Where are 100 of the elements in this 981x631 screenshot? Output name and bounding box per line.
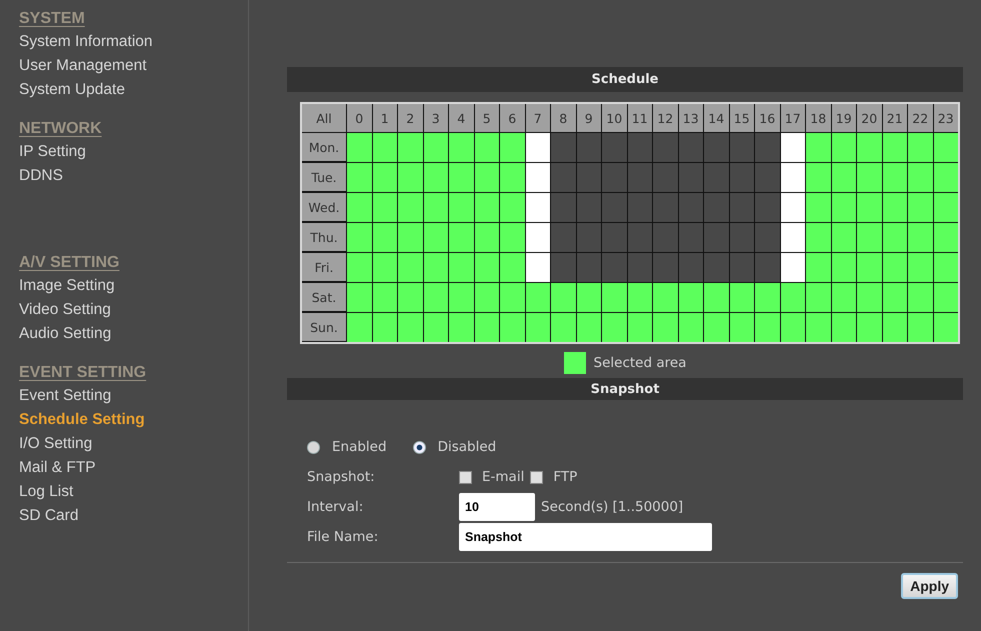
schedule-cell[interactable] — [449, 163, 474, 192]
sidebar-item[interactable]: SD Card — [19, 504, 78, 528]
schedule-cell[interactable] — [730, 283, 754, 312]
day-header[interactable]: Fri. — [302, 253, 346, 281]
schedule-cell[interactable] — [755, 163, 780, 192]
schedule-cell[interactable] — [704, 193, 728, 222]
schedule-cell[interactable] — [372, 253, 397, 282]
schedule-cell[interactable] — [730, 193, 754, 222]
schedule-cell[interactable] — [500, 193, 524, 222]
schedule-cell[interactable] — [832, 163, 856, 192]
schedule-cell[interactable] — [526, 223, 550, 252]
schedule-cell[interactable] — [449, 193, 474, 222]
schedule-cell[interactable] — [653, 253, 678, 282]
schedule-cell[interactable] — [755, 313, 780, 342]
schedule-cell[interactable] — [780, 223, 805, 252]
schedule-cell[interactable] — [398, 223, 422, 252]
sidebar-item[interactable]: Event Setting — [19, 384, 112, 408]
all-header[interactable]: All — [302, 104, 346, 132]
hour-header[interactable]: 13 — [678, 104, 703, 132]
schedule-cell[interactable] — [449, 283, 474, 312]
schedule-cell[interactable] — [755, 283, 780, 312]
schedule-cell[interactable] — [806, 163, 830, 192]
schedule-cell[interactable] — [398, 313, 422, 342]
schedule-cell[interactable] — [934, 283, 958, 312]
sidebar-item[interactable]: User Management — [19, 54, 147, 78]
schedule-cell[interactable] — [908, 193, 932, 222]
hour-header[interactable]: 21 — [882, 104, 907, 132]
schedule-cell[interactable] — [347, 313, 372, 342]
schedule-cell[interactable] — [500, 313, 524, 342]
day-header[interactable]: Thu. — [302, 223, 346, 251]
schedule-cell[interactable] — [576, 223, 601, 252]
schedule-cell[interactable] — [602, 283, 626, 312]
schedule-cell[interactable] — [780, 283, 805, 312]
hour-header[interactable]: 17 — [780, 104, 805, 132]
schedule-cell[interactable] — [806, 223, 830, 252]
schedule-cell[interactable] — [806, 283, 830, 312]
schedule-cell[interactable] — [934, 313, 958, 342]
schedule-cell[interactable] — [628, 223, 652, 252]
hour-header[interactable]: 11 — [628, 104, 652, 132]
schedule-cell[interactable] — [857, 283, 882, 312]
schedule-cell[interactable] — [424, 283, 448, 312]
schedule-cell[interactable] — [908, 223, 932, 252]
sidebar-item[interactable]: Image Setting — [19, 274, 115, 298]
schedule-cell[interactable] — [628, 193, 652, 222]
schedule-cell[interactable] — [730, 223, 754, 252]
schedule-cell[interactable] — [832, 313, 856, 342]
schedule-cell[interactable] — [424, 313, 448, 342]
schedule-cell[interactable] — [526, 283, 550, 312]
schedule-cell[interactable] — [908, 133, 932, 162]
hour-header[interactable]: 23 — [934, 104, 958, 132]
schedule-cell[interactable] — [474, 283, 499, 312]
schedule-cell[interactable] — [806, 313, 830, 342]
schedule-cell[interactable] — [730, 253, 754, 282]
schedule-cell[interactable] — [602, 223, 626, 252]
sidebar-item[interactable]: Mail & FTP — [19, 456, 96, 480]
schedule-cell[interactable] — [832, 193, 856, 222]
schedule-cell[interactable] — [704, 283, 728, 312]
day-header[interactable]: Tue. — [302, 163, 346, 191]
schedule-cell[interactable] — [347, 133, 372, 162]
apply-button[interactable]: Apply — [901, 573, 958, 599]
hour-header[interactable]: 9 — [576, 104, 601, 132]
schedule-cell[interactable] — [882, 283, 907, 312]
schedule-cell[interactable] — [755, 223, 780, 252]
schedule-cell[interactable] — [474, 253, 499, 282]
schedule-cell[interactable] — [576, 253, 601, 282]
hour-header[interactable]: 3 — [424, 104, 448, 132]
sidebar-item[interactable]: Audio Setting — [19, 322, 112, 346]
hour-header[interactable]: 4 — [449, 104, 474, 132]
hour-header[interactable]: 6 — [500, 104, 524, 132]
schedule-cell[interactable] — [678, 223, 703, 252]
schedule-cell[interactable] — [678, 193, 703, 222]
schedule-cell[interactable] — [857, 133, 882, 162]
schedule-cell[interactable] — [576, 283, 601, 312]
schedule-cell[interactable] — [526, 133, 550, 162]
schedule-cell[interactable] — [602, 163, 626, 192]
hour-header[interactable]: 7 — [526, 104, 550, 132]
schedule-cell[interactable] — [500, 133, 524, 162]
schedule-cell[interactable] — [398, 133, 422, 162]
sidebar-item[interactable]: System Update — [19, 78, 125, 102]
schedule-cell[interactable] — [551, 193, 576, 222]
schedule-cell[interactable] — [474, 193, 499, 222]
schedule-cell[interactable] — [347, 253, 372, 282]
schedule-cell[interactable] — [730, 133, 754, 162]
schedule-cell[interactable] — [806, 253, 830, 282]
schedule-cell[interactable] — [908, 283, 932, 312]
schedule-cell[interactable] — [755, 193, 780, 222]
schedule-cell[interactable] — [882, 193, 907, 222]
day-header[interactable]: Wed. — [302, 193, 346, 221]
schedule-cell[interactable] — [576, 163, 601, 192]
schedule-cell[interactable] — [882, 313, 907, 342]
schedule-cell[interactable] — [628, 283, 652, 312]
schedule-cell[interactable] — [908, 163, 932, 192]
sidebar-item[interactable]: System Information — [19, 30, 153, 54]
schedule-cell[interactable] — [934, 253, 958, 282]
sidebar-item[interactable]: IP Setting — [19, 140, 86, 164]
schedule-cell[interactable] — [882, 133, 907, 162]
radio-button[interactable] — [412, 440, 426, 454]
schedule-cell[interactable] — [576, 313, 601, 342]
schedule-cell[interactable] — [398, 253, 422, 282]
schedule-cell[interactable] — [372, 133, 397, 162]
